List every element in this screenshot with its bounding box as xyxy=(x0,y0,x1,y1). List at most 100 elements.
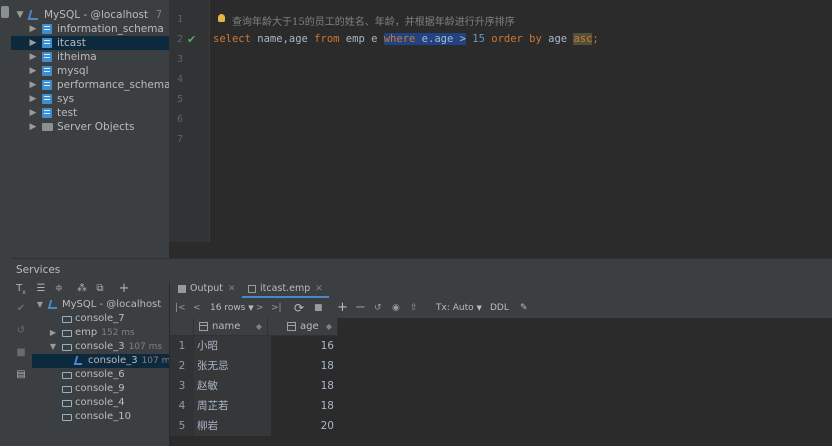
prev-page-icon[interactable]: < xyxy=(193,298,201,318)
schema-icon xyxy=(42,80,52,90)
sort-icon[interactable]: ◆ xyxy=(326,318,332,336)
rows-count-dropdown[interactable]: 16 rows ▼ xyxy=(210,298,254,318)
chevron-down-icon[interactable]: ▼ xyxy=(35,298,45,312)
chevron-down-icon[interactable]: ▼ xyxy=(15,8,25,22)
revert-icon[interactable]: ↺ xyxy=(374,298,382,318)
tx-mode-dropdown[interactable]: Tx: Auto ▼ xyxy=(436,298,482,318)
tree-root-mysql[interactable]: ▼ MySQL - @localhost 7 xyxy=(11,8,169,22)
cell-age[interactable]: 18 xyxy=(268,396,338,416)
chevron-right-icon[interactable]: ▶ xyxy=(28,78,38,92)
tree-item-itheima[interactable]: ▶ itheima xyxy=(11,50,169,64)
services-item-emp[interactable]: ▶ emp 152 ms xyxy=(32,326,169,340)
pin-icon[interactable]: ✎ xyxy=(520,298,528,318)
chevron-right-icon[interactable]: ▶ xyxy=(28,50,38,64)
tree-item-label: performance_schema xyxy=(57,79,169,91)
filter-icon[interactable]: ⧉ xyxy=(93,282,107,296)
table-row[interactable]: 5 柳岩 20 xyxy=(170,416,832,436)
cell-age[interactable]: 16 xyxy=(268,336,338,356)
chevron-right-icon[interactable]: ▶ xyxy=(28,92,38,106)
sql-columns: name,age xyxy=(257,33,308,45)
expand-all-icon[interactable]: ☰ xyxy=(34,282,48,296)
services-root-label: MySQL - @localhost xyxy=(62,299,162,310)
schema-icon xyxy=(42,66,52,76)
column-header-name[interactable]: name ◆ xyxy=(194,318,268,336)
cell-name[interactable]: 张无忌 xyxy=(194,356,271,376)
cell-age[interactable]: 20 xyxy=(268,416,338,436)
services-item-console[interactable]: console_9 xyxy=(32,382,169,396)
close-icon[interactable]: ✕ xyxy=(315,284,323,294)
cell-age[interactable]: 18 xyxy=(268,356,338,376)
column-header-age[interactable]: age ◆ xyxy=(268,318,338,336)
stop-icon[interactable]: ■ xyxy=(314,298,323,318)
database-tool-icon[interactable] xyxy=(1,6,9,18)
console-icon xyxy=(62,400,72,407)
cell-name[interactable]: 赵敏 xyxy=(194,376,271,396)
table-row[interactable]: 1 小昭 16 xyxy=(170,336,832,356)
tree-item-performance-schema[interactable]: ▶ performance_schema xyxy=(11,78,169,92)
cell-name[interactable]: 柳岩 xyxy=(194,416,271,436)
rows-count-label: 16 rows xyxy=(210,303,246,313)
rollback-icon[interactable]: ↺ xyxy=(14,324,28,338)
tree-item-sys[interactable]: ▶ sys xyxy=(11,92,169,106)
close-icon[interactable]: ✕ xyxy=(228,284,236,294)
chevron-right-icon[interactable]: ▶ xyxy=(28,22,38,36)
layout-icon[interactable]: ▤ xyxy=(14,368,28,382)
add-icon[interactable]: + xyxy=(117,282,131,296)
sql-table: emp e xyxy=(345,33,378,45)
table-row[interactable]: 4 周芷若 18 xyxy=(170,396,832,416)
check-icon[interactable]: ✔ xyxy=(14,302,28,316)
sql-editor[interactable]: 查询年龄大于15的员工的姓名、年龄，并根据年龄进行升序排序 select nam… xyxy=(210,0,832,242)
tab-itcast-emp[interactable]: itcast.emp ✕ xyxy=(242,280,329,298)
delete-row-icon[interactable]: − xyxy=(355,298,366,318)
schema-icon xyxy=(42,24,52,34)
group-icon[interactable]: ⁂ xyxy=(75,282,89,296)
tree-item-information-schema[interactable]: ▶ information_schema xyxy=(11,22,169,36)
column-header-label: age xyxy=(300,321,319,332)
chevron-right-icon[interactable]: ▶ xyxy=(28,36,38,50)
tree-item-test[interactable]: ▶ test xyxy=(11,106,169,120)
lightbulb-icon[interactable] xyxy=(218,14,225,22)
services-toolbar: Tx ☰ ≑ ⁂ ⧉ + xyxy=(11,280,169,298)
services-item-console[interactable]: console_6 xyxy=(32,368,169,382)
line-number: 1 xyxy=(176,14,183,25)
last-page-icon[interactable]: >| xyxy=(271,298,282,318)
chevron-right-icon[interactable]: ▶ xyxy=(28,106,38,120)
tx-icon[interactable]: Tx xyxy=(14,282,28,296)
collapse-all-icon[interactable]: ≑ xyxy=(52,282,66,296)
cell-name[interactable]: 小昭 xyxy=(194,336,271,356)
refresh-icon[interactable]: ⟳ xyxy=(294,298,304,318)
chevron-right-icon[interactable]: ▶ xyxy=(28,120,38,134)
services-item-console-session[interactable]: console_3107 ms xyxy=(32,354,169,368)
chevron-right-icon[interactable]: ▶ xyxy=(48,326,58,340)
tab-output[interactable]: Output ✕ xyxy=(178,280,236,298)
chevron-right-icon[interactable]: ▶ xyxy=(28,64,38,78)
sql-number: 15 xyxy=(472,33,485,45)
tree-item-itcast[interactable]: ▶ itcast xyxy=(11,36,169,50)
services-item-console[interactable]: console_7 xyxy=(32,312,169,326)
line-number: 3 xyxy=(176,54,183,65)
services-item-console[interactable]: console_4 xyxy=(32,396,169,410)
cell-age[interactable]: 18 xyxy=(268,376,338,396)
sql-statement: select name,age from emp e where e.age >… xyxy=(213,33,599,45)
stop-icon[interactable]: ■ xyxy=(14,346,28,360)
submit-icon[interactable]: ⇧ xyxy=(410,298,418,318)
services-side-toolbar: ✔ ↺ ■ ▤ xyxy=(11,298,33,446)
services-root-mysql[interactable]: ▼ MySQL - @localhost xyxy=(32,298,169,312)
services-item-time: 107 ms xyxy=(141,356,169,366)
table-row[interactable]: 3 赵敏 18 xyxy=(170,376,832,396)
first-page-icon[interactable]: |< xyxy=(175,298,186,318)
services-item-console[interactable]: ▼ console_3 107 ms xyxy=(32,340,169,354)
view-icon[interactable]: ◉ xyxy=(392,298,400,318)
tree-item-label: itheima xyxy=(57,51,97,63)
tree-item-server-objects[interactable]: ▶ Server Objects xyxy=(11,120,169,134)
tree-item-mysql[interactable]: ▶ mysql xyxy=(11,64,169,78)
next-page-icon[interactable]: > xyxy=(256,298,264,318)
add-row-icon[interactable]: + xyxy=(337,298,348,318)
table-row[interactable]: 2 张无忌 18 xyxy=(170,356,832,376)
sort-icon[interactable]: ◆ xyxy=(256,318,262,336)
services-item-label: console_3 xyxy=(88,355,138,366)
services-item-console[interactable]: console_10 xyxy=(32,410,169,424)
chevron-down-icon[interactable]: ▼ xyxy=(48,340,58,354)
cell-name[interactable]: 周芷若 xyxy=(194,396,271,416)
ddl-button[interactable]: DDL xyxy=(490,298,509,318)
